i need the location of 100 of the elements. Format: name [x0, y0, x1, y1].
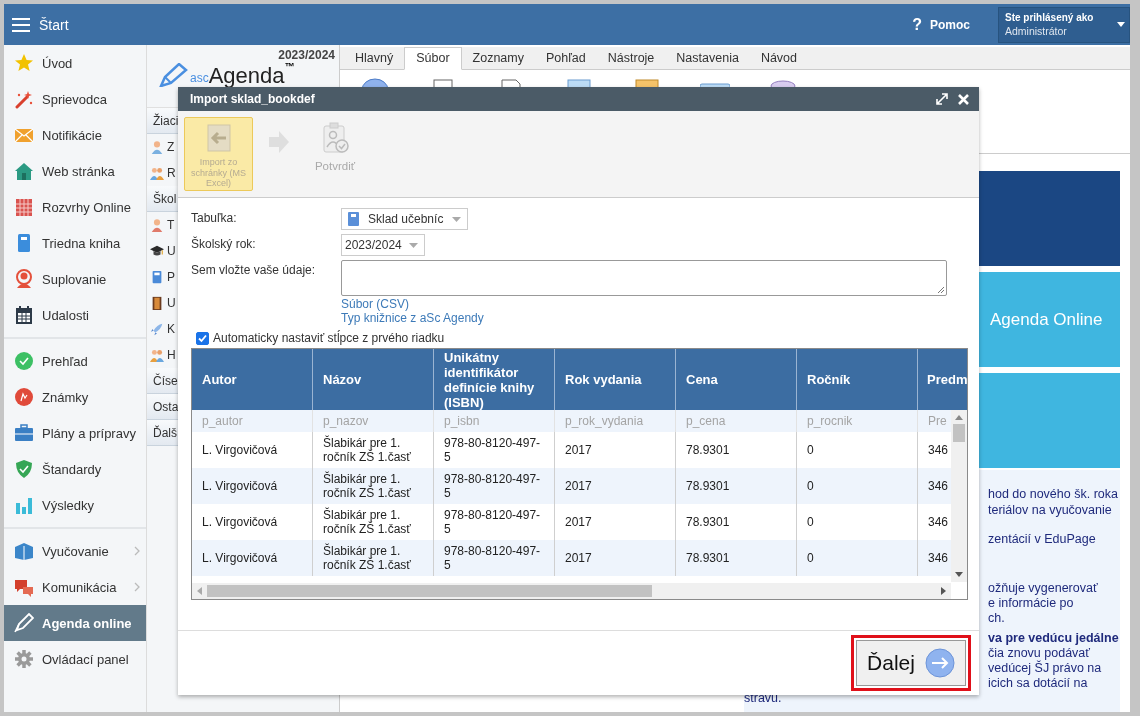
- select-field[interactable]: 2023/2024: [341, 234, 425, 256]
- field-label: Školský rok:: [191, 235, 257, 251]
- book-icon: [14, 541, 34, 561]
- help-link[interactable]: Pomoc: [930, 17, 970, 32]
- briefcase-icon: [14, 423, 34, 443]
- graduation-cap-icon: [150, 244, 164, 258]
- ribbon-tab[interactable]: Hlavný: [344, 47, 405, 69]
- table-cell: 0: [797, 540, 918, 576]
- news-text: hod do nového šk. roka: [988, 486, 1119, 502]
- select-field[interactable]: Sklad učebníc: [341, 208, 469, 230]
- resize-grip-icon[interactable]: [937, 286, 945, 294]
- field-label: Tabuľka:: [191, 210, 238, 225]
- table-cell: Šlabikár pre 1. ročník ZŠ 1.časť: [313, 540, 434, 576]
- module-item[interactable]: Z: [167, 140, 175, 154]
- person-icon: [150, 218, 164, 232]
- sidebar-item[interactable]: Triedna kniha: [4, 225, 146, 261]
- news-text: vedúcej ŠJ právo na: [988, 661, 1103, 676]
- bar-chart-icon: [14, 495, 34, 515]
- logo-prefix: asc: [190, 71, 209, 85]
- sidebar-item[interactable]: Sprievodca: [4, 81, 146, 117]
- menu-icon[interactable]: [12, 17, 30, 32]
- horizontal-scrollbar[interactable]: [192, 583, 951, 599]
- vertical-scrollbar[interactable]: [951, 410, 967, 582]
- module-item[interactable]: K: [167, 322, 175, 336]
- sidebar-item[interactable]: Notifikácie: [4, 117, 146, 153]
- star-icon: [14, 53, 34, 73]
- sidebar-item[interactable]: Agenda online: [4, 605, 146, 641]
- sidebar-item[interactable]: Plány a prípravy: [4, 415, 146, 451]
- scroll-down-icon[interactable]: [955, 572, 963, 577]
- logo-name: Agenda: [208, 65, 285, 87]
- rocket-icon: [150, 322, 164, 336]
- sidebar-item[interactable]: Známky: [4, 379, 146, 415]
- field-label: Sem vložte vaše údaje:: [191, 262, 317, 277]
- sidebar-item[interactable]: Prehľad: [4, 343, 146, 379]
- database-icon[interactable]: [768, 78, 798, 88]
- table-cell: 2017: [555, 540, 676, 576]
- dialog-title: Import sklad_bookdef: [190, 92, 315, 106]
- school-year: 2023/2024: [278, 48, 335, 62]
- checkbox[interactable]: [196, 331, 209, 345]
- notebook-icon: [150, 270, 164, 284]
- sidebar-item[interactable]: Výsledky: [4, 487, 146, 523]
- news-text: teriálov na vyučovanie: [988, 502, 1113, 518]
- sidebar-item[interactable]: Udalosti: [4, 297, 146, 333]
- person-icon: [14, 269, 34, 289]
- calendar-icon: [14, 305, 34, 325]
- scroll-right-icon[interactable]: [941, 587, 946, 595]
- sidebar-item[interactable]: Úvod: [4, 45, 146, 81]
- table-cell-text: 346: [927, 514, 950, 531]
- scroll-thumb[interactable]: [207, 585, 652, 597]
- help-icon[interactable]: ?: [912, 15, 922, 34]
- ribbon-tab[interactable]: Nastavenia: [665, 47, 750, 69]
- table-cell: L. Virgovičová: [192, 540, 313, 576]
- caret-icon: [452, 216, 462, 222]
- close-icon[interactable]: [958, 93, 969, 105]
- user-menu[interactable]: Ste prihlásený ako Administrátor: [998, 6, 1130, 43]
- people-icon: [150, 348, 164, 362]
- module-item[interactable]: P: [167, 270, 175, 284]
- sidebar-item[interactable]: Vyučovanie: [4, 533, 146, 569]
- module-item[interactable]: H: [167, 348, 176, 362]
- table-cell-text: 346: [927, 550, 950, 567]
- link[interactable]: Súbor (CSV): [341, 297, 410, 311]
- news-text: zentácií v EduPage: [988, 532, 1097, 547]
- maximize-icon[interactable]: [936, 93, 948, 105]
- badge-icon: [14, 387, 34, 407]
- notebook-icon: [348, 212, 359, 226]
- news-text: va pre vedúcu jedálne: [988, 631, 1120, 646]
- news-text: stravu.: [744, 691, 783, 706]
- check-icon: [14, 351, 34, 371]
- paste-field[interactable]: [341, 260, 947, 296]
- column-key: Pre: [918, 410, 951, 432]
- sidebar-item[interactable]: Suplovanie: [4, 261, 146, 297]
- ribbon-tab[interactable]: Pohľad: [535, 47, 597, 69]
- trademark-mark: ™: [284, 61, 295, 72]
- module-item[interactable]: T: [167, 218, 175, 232]
- sidebar-item[interactable]: Web stránka: [4, 153, 146, 189]
- module-item[interactable]: R: [167, 166, 176, 180]
- door-icon: [150, 296, 164, 310]
- module-item[interactable]: U: [167, 296, 176, 310]
- app-title: Štart: [39, 16, 69, 33]
- scroll-up-icon[interactable]: [955, 415, 963, 420]
- link[interactable]: Typ knižnice z aSc Agendy: [341, 311, 484, 325]
- news-text: icich sa dotácií na: [988, 676, 1089, 691]
- ribbon-tab[interactable]: Návod: [749, 47, 808, 69]
- module-item[interactable]: U: [167, 244, 176, 258]
- sidebar-item[interactable]: Štandardy: [4, 451, 146, 487]
- person-icon: [150, 140, 164, 154]
- sidebar-item[interactable]: Rozvrhy Online: [4, 189, 146, 225]
- ribbon-tab[interactable]: Zoznamy: [461, 47, 535, 69]
- shield-icon: [14, 459, 34, 479]
- news-text: e informácie po: [988, 596, 1075, 611]
- ribbon-tab[interactable]: Nástroje: [596, 47, 666, 69]
- checkbox-label: Automaticky nastaviť stĺpce z prvého riadku: [213, 331, 445, 345]
- table-cell: 78.9301: [676, 540, 797, 576]
- column-header[interactable]: Predm: [918, 349, 967, 410]
- sidebar-item[interactable]: Komunikácia: [4, 569, 146, 605]
- sidebar-item[interactable]: Ovládací panel: [4, 641, 146, 677]
- ribbon-tab[interactable]: Súbor: [404, 47, 462, 70]
- news-text: čia znovu podávať: [988, 646, 1091, 660]
- chat-icon: [14, 577, 34, 597]
- scroll-thumb[interactable]: [953, 424, 965, 442]
